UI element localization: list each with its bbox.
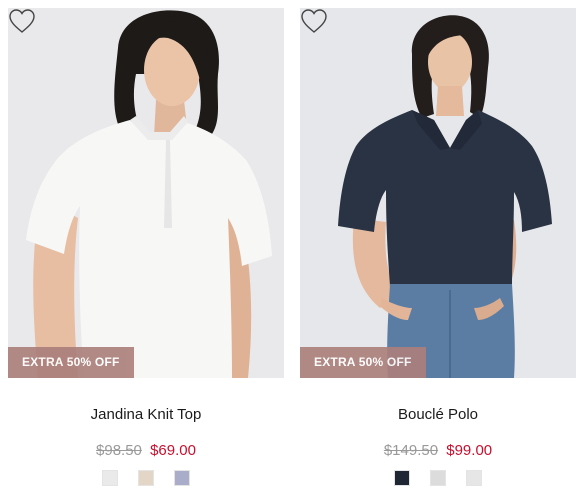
product-price: $149.50 $99.00	[300, 442, 576, 459]
color-swatch-white[interactable]	[466, 470, 482, 486]
product-image[interactable]: EXTRA 50% OFF	[300, 8, 576, 378]
discount-badge: EXTRA 50% OFF	[300, 347, 426, 378]
discount-badge: EXTRA 50% OFF	[8, 347, 134, 378]
color-swatch-white[interactable]	[102, 470, 118, 486]
white-knit-top-photo	[8, 8, 284, 378]
original-price: $98.50	[96, 442, 142, 459]
product-card[interactable]: EXTRA 50% OFF Bouclé Polo $149.50 $99.00	[300, 0, 576, 500]
product-card[interactable]: EXTRA 50% OFF Jandina Knit Top $98.50 $6…	[8, 0, 284, 500]
color-swatches	[300, 470, 576, 486]
product-image[interactable]: EXTRA 50% OFF	[8, 8, 284, 378]
color-swatch-navy[interactable]	[394, 470, 410, 486]
color-swatch-beige[interactable]	[138, 470, 154, 486]
sale-price: $99.00	[446, 442, 493, 459]
navy-polo-photo	[300, 8, 576, 378]
product-name[interactable]: Jandina Knit Top	[8, 406, 284, 423]
heart-icon[interactable]	[300, 8, 328, 34]
color-swatches	[8, 470, 284, 486]
product-price: $98.50 $69.00	[8, 442, 284, 459]
product-name[interactable]: Bouclé Polo	[300, 406, 576, 423]
original-price: $149.50	[383, 442, 439, 459]
heart-icon[interactable]	[8, 8, 36, 34]
color-swatch-lavender[interactable]	[174, 470, 190, 486]
color-swatch-light-gray[interactable]	[430, 470, 446, 486]
sale-price: $69.00	[150, 442, 196, 459]
